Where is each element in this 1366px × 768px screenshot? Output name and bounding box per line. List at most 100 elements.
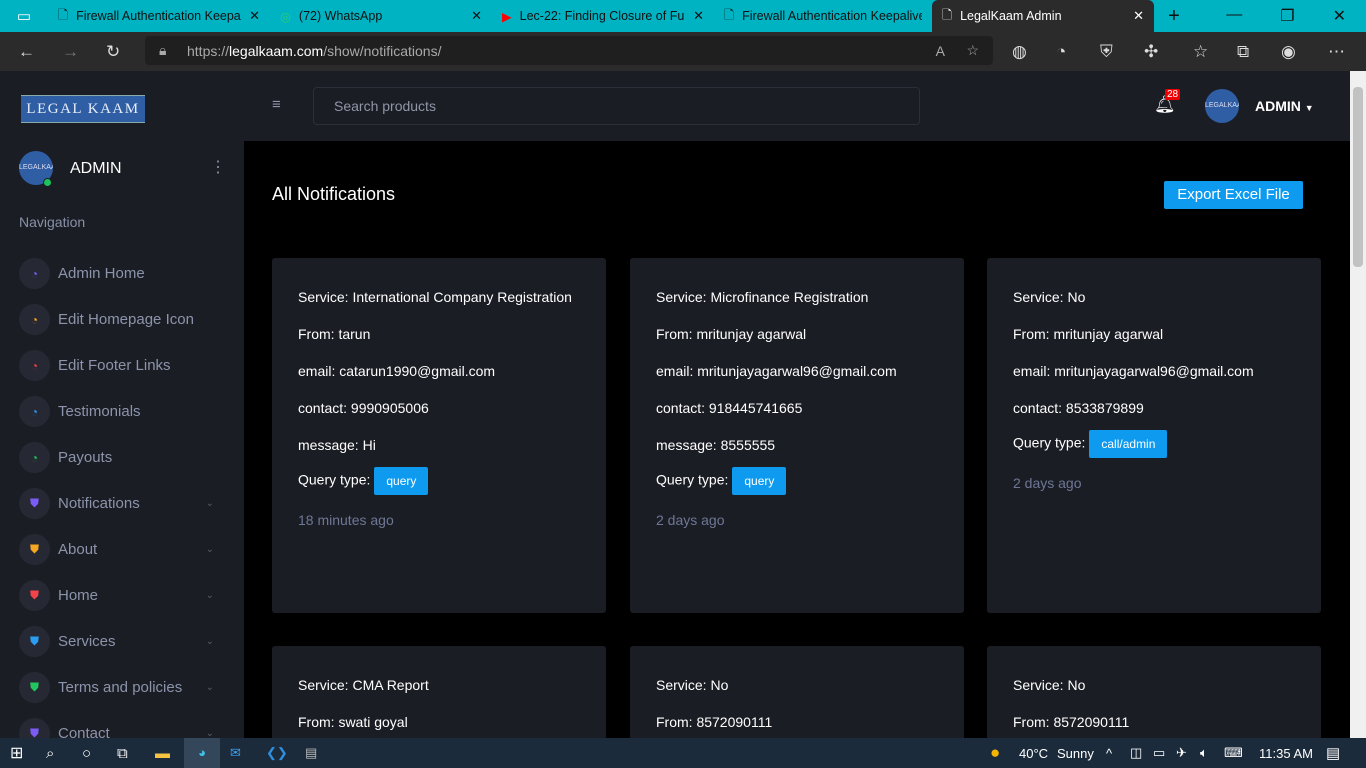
read-aloud-icon[interactable]: A xyxy=(936,43,945,59)
tab-firewall-2[interactable]: 🗋 Firewall Authentication Keepalive xyxy=(714,0,932,32)
header-avatar[interactable]: LEGALKAAM xyxy=(1205,89,1239,123)
address-bar-row: ← → ↻ 🔒︎ https://legalkaam.com/show/notif… xyxy=(0,32,1366,71)
sidebar-item-edit-footer-links[interactable]: ◔ Edit Footer Links xyxy=(19,350,214,381)
cortana-icon[interactable]: ○ xyxy=(82,745,91,762)
card-contact: contact: 9990905006 xyxy=(298,400,429,416)
sidebar-item-admin-home[interactable]: ◔ Admin Home xyxy=(19,258,214,289)
chevron-down-icon[interactable]: ⌄ xyxy=(206,544,214,555)
edge-icon[interactable]: ◕ xyxy=(184,738,220,768)
notification-card: Service: No From: 8572090111 xyxy=(987,646,1321,738)
windows-start-icon[interactable]: ⊞ xyxy=(10,743,23,763)
favorites-icon[interactable]: ☆ xyxy=(1193,42,1208,62)
card-email: email: mritunjayagarwal96@gmail.com xyxy=(1013,363,1254,379)
navigation-label: Navigation xyxy=(19,214,86,230)
card-from: From: 8572090111 xyxy=(1013,714,1130,730)
page-icon: 🗋 xyxy=(58,7,69,22)
sidebar-item-notifications[interactable]: ⛊ Notifications ⌄ xyxy=(19,488,214,519)
chevron-down-icon[interactable]: ⌄ xyxy=(206,682,214,693)
close-window-icon[interactable]: ✕ xyxy=(1333,6,1346,26)
sidebar-item-terms-and-policies[interactable]: ⛊ Terms and policies ⌄ xyxy=(19,672,214,703)
weather-temp[interactable]: 40°C xyxy=(1019,746,1048,761)
card-from: From: mritunjay agarwal xyxy=(1013,326,1164,342)
globe-icon[interactable]: ◍ xyxy=(1012,42,1027,62)
query-type-badge: query xyxy=(374,467,429,495)
card-service: Service: No xyxy=(1013,677,1086,693)
restore-icon[interactable]: ❐ xyxy=(1280,6,1294,26)
dashboard-icon: ◔ xyxy=(19,442,50,473)
shield-icon: ⛊ xyxy=(19,488,50,519)
sidebar-item-payouts[interactable]: ◔ Payouts xyxy=(19,442,214,473)
more-icon[interactable]: ⋯ xyxy=(1328,42,1345,62)
sidebar-item-about[interactable]: ⛊ About ⌄ xyxy=(19,534,214,565)
card-query-type: Query type: call/admin xyxy=(1013,430,1295,471)
notification-count-badge: 28 xyxy=(1165,89,1181,100)
card-email: email: mritunjayagarwal96@gmail.com xyxy=(656,363,897,379)
card-timestamp: 2 days ago xyxy=(1013,475,1082,491)
kebab-menu-icon[interactable]: ⋮ xyxy=(210,157,226,177)
profile-icon[interactable]: ◉ xyxy=(1281,42,1296,62)
tab-legalkaam-admin[interactable]: 🗋 LegalKaam Admin ✕ xyxy=(932,0,1154,32)
weather-condition[interactable]: Sunny xyxy=(1057,746,1094,761)
close-tab-icon[interactable]: ✕ xyxy=(249,8,260,24)
close-tab-icon[interactable]: ✕ xyxy=(471,8,482,24)
forward-icon[interactable]: → xyxy=(62,42,79,62)
legal-kaam-logo[interactable]: LEGAL KAAM xyxy=(21,95,145,123)
hamburger-menu-icon[interactable]: ≡ xyxy=(272,96,281,113)
chevron-down-icon[interactable]: ⌄ xyxy=(206,498,214,509)
scrollbar[interactable] xyxy=(1350,71,1366,738)
user-menu[interactable]: ADMIN ▼ xyxy=(1255,98,1314,114)
volume-icon[interactable]: 🔈︎ xyxy=(1200,745,1208,761)
export-excel-button[interactable]: Export Excel File xyxy=(1164,181,1303,209)
sidebar-item-home[interactable]: ⛊ Home ⌄ xyxy=(19,580,214,611)
card-query-type: Query type: query xyxy=(298,467,580,508)
notification-center-icon[interactable]: ▤ xyxy=(1326,744,1340,762)
sidebar-item-services[interactable]: ⛊ Services ⌄ xyxy=(19,626,214,657)
tab-actions-icon[interactable]: ▭ xyxy=(0,7,48,25)
scrollbar-thumb[interactable] xyxy=(1353,87,1363,267)
refresh-icon[interactable]: ↻ xyxy=(106,42,120,62)
search-input[interactable]: Search products xyxy=(313,87,920,125)
sun-icon: ● xyxy=(990,743,1001,762)
search-icon[interactable]: ⌕ xyxy=(46,745,54,762)
card-service: Service: Microfinance Registration xyxy=(656,289,869,305)
mail-icon[interactable]: ✉ xyxy=(230,745,241,761)
camera-icon[interactable]: ◫ xyxy=(1130,745,1142,761)
app-icon[interactable]: ▤ xyxy=(305,745,317,761)
tab-whatsapp[interactable]: ◎ (72) WhatsApp ✕ xyxy=(270,0,492,32)
window-controls: — ❐ ✕ xyxy=(1226,6,1366,26)
notification-card: Service: Microfinance Registration From: … xyxy=(630,258,964,613)
close-tab-icon[interactable]: ✕ xyxy=(1133,8,1144,24)
sidebar-item-edit-homepage-icon[interactable]: ◔ Edit Homepage Icon xyxy=(19,304,214,335)
query-type-badge: query xyxy=(732,467,787,495)
vscode-icon[interactable]: ❮❯ xyxy=(266,745,288,761)
clock[interactable]: 11:35 AM xyxy=(1259,746,1313,761)
task-view-icon[interactable]: ⧉ xyxy=(117,745,128,762)
new-tab-button[interactable]: + xyxy=(1154,5,1194,28)
main-content: All Notifications Export Excel File Serv… xyxy=(244,141,1350,738)
minimize-icon[interactable]: — xyxy=(1226,6,1242,26)
lock-icon: 🔒︎ xyxy=(159,42,167,58)
back-icon[interactable]: ← xyxy=(18,42,35,62)
file-explorer-icon[interactable]: ▬ xyxy=(155,745,170,762)
favorite-icon[interactable]: ☆ xyxy=(966,42,979,59)
keyboard-icon[interactable]: ⌨ xyxy=(1224,745,1243,761)
sidebar-item-testimonials[interactable]: ◔ Testimonials xyxy=(19,396,214,427)
card-from: From: 8572090111 xyxy=(656,714,773,730)
shield-icon[interactable]: ⛨ xyxy=(1100,42,1113,62)
tab-firewall-1[interactable]: 🗋Firewall Authentication Keepalive✕ xyxy=(48,0,270,32)
notification-card: Service: No From: 8572090111 xyxy=(630,646,964,738)
puzzle-icon[interactable]: ✣ xyxy=(1144,42,1158,62)
card-from: From: swati goyal xyxy=(298,714,408,730)
airplane-icon[interactable]: ✈ xyxy=(1176,745,1187,761)
chevron-down-icon[interactable]: ⌄ xyxy=(206,636,214,647)
chevron-down-icon[interactable]: ⌄ xyxy=(206,590,214,601)
battery-icon[interactable]: ▭ xyxy=(1153,745,1165,761)
collections-icon[interactable]: ⧉ xyxy=(1237,42,1249,62)
close-tab-icon[interactable]: ✕ xyxy=(693,8,704,24)
chevron-up-icon[interactable]: ^ xyxy=(1106,746,1112,761)
url-input[interactable]: 🔒︎ https://legalkaam.com/show/notificatio… xyxy=(145,36,993,65)
tab-youtube[interactable]: ▶Lec-22: Finding Closure of Functional✕ xyxy=(492,0,714,32)
extension-icon[interactable]: ◔ xyxy=(1056,42,1066,62)
page-icon: 🗋 xyxy=(942,7,953,22)
shield-icon: ⛊ xyxy=(19,626,50,657)
